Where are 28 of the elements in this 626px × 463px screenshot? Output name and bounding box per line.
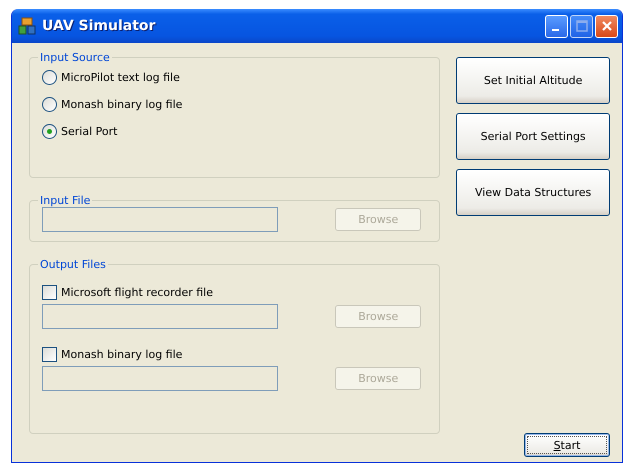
checkbox[interactable]	[42, 285, 57, 300]
window-title: UAV Simulator	[42, 18, 156, 34]
group-label: Output Files	[39, 258, 107, 271]
radio-button[interactable]	[42, 97, 57, 112]
radio-option[interactable]: Serial Port	[42, 118, 428, 145]
radio-button[interactable]	[42, 124, 57, 139]
maximize-icon	[576, 20, 588, 32]
minimize-button[interactable]	[545, 14, 568, 38]
close-icon	[600, 20, 612, 32]
file-path-field[interactable]	[42, 207, 278, 232]
group-label: Input File	[39, 194, 92, 207]
checkbox-option[interactable]: Microsoft flight recorder file	[42, 281, 428, 304]
radio-button[interactable]	[42, 70, 57, 85]
checkbox[interactable]	[42, 347, 57, 362]
radio-option[interactable]: MicroPilot text log file	[42, 64, 428, 91]
start-button[interactable]: Start	[524, 433, 610, 457]
radio-option[interactable]: Monash binary log file	[42, 91, 428, 118]
action-button[interactable]: View Data Structures	[456, 169, 610, 216]
minimize-icon	[552, 29, 558, 31]
action-button[interactable]: Set Initial Altitude	[456, 57, 610, 104]
maximize-button[interactable]	[570, 14, 593, 38]
app-icon	[18, 17, 36, 35]
checkbox-option[interactable]: Monash binary log file	[42, 343, 428, 366]
file-path-field[interactable]	[42, 366, 278, 391]
file-path-field[interactable]	[42, 304, 278, 329]
close-button[interactable]	[595, 14, 618, 38]
group-label: Input Source	[39, 51, 111, 64]
action-button[interactable]: Serial Port Settings	[456, 113, 610, 160]
